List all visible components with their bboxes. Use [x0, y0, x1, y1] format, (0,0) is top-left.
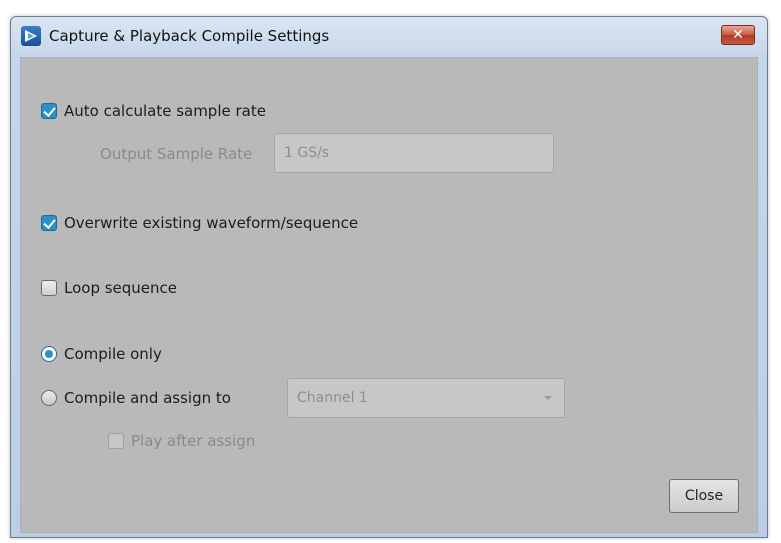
- auto-calc-checkbox[interactable]: [41, 103, 57, 119]
- play-after-label: Play after assign: [131, 432, 256, 450]
- play-after-checkbox[interactable]: [108, 433, 124, 449]
- loop-row[interactable]: Loop sequence: [41, 279, 177, 297]
- output-sample-rate-label-row: Output Sample Rate: [100, 145, 252, 163]
- dialog-window: Capture & Playback Compile Settings ✕ Au…: [10, 16, 768, 538]
- channel-select-value: Channel 1: [297, 390, 368, 406]
- play-after-row[interactable]: Play after assign: [108, 432, 255, 450]
- compile-only-label: Compile only: [64, 345, 162, 363]
- output-sample-rate-label: Output Sample Rate: [100, 145, 253, 163]
- output-sample-rate-field[interactable]: 1 GS/s: [274, 133, 554, 173]
- window-close-button[interactable]: ✕: [721, 25, 755, 45]
- loop-checkbox[interactable]: [41, 280, 57, 296]
- close-button[interactable]: Close: [669, 479, 739, 513]
- compile-assign-row[interactable]: Compile and assign to: [41, 389, 231, 407]
- title-bar[interactable]: Capture & Playback Compile Settings ✕: [11, 17, 767, 57]
- auto-calc-row[interactable]: Auto calculate sample rate: [41, 102, 266, 120]
- overwrite-label: Overwrite existing waveform/sequence: [64, 214, 359, 232]
- overwrite-row[interactable]: Overwrite existing waveform/sequence: [41, 214, 358, 232]
- window-title: Capture & Playback Compile Settings: [49, 27, 330, 45]
- output-sample-rate-value: 1 GS/s: [284, 145, 330, 161]
- loop-label: Loop sequence: [64, 279, 178, 297]
- compile-only-radio[interactable]: [41, 346, 57, 362]
- compile-only-row[interactable]: Compile only: [41, 345, 162, 363]
- auto-calc-label: Auto calculate sample rate: [64, 102, 266, 120]
- channel-select[interactable]: Channel 1: [287, 378, 565, 418]
- chevron-down-icon: [544, 396, 552, 400]
- dialog-body: Auto calculate sample rate Output Sample…: [20, 57, 758, 533]
- compile-assign-label: Compile and assign to: [64, 389, 231, 407]
- close-icon: ✕: [732, 27, 744, 43]
- app-logo-icon: [21, 26, 41, 46]
- compile-assign-radio[interactable]: [41, 390, 57, 406]
- overwrite-checkbox[interactable]: [41, 215, 57, 231]
